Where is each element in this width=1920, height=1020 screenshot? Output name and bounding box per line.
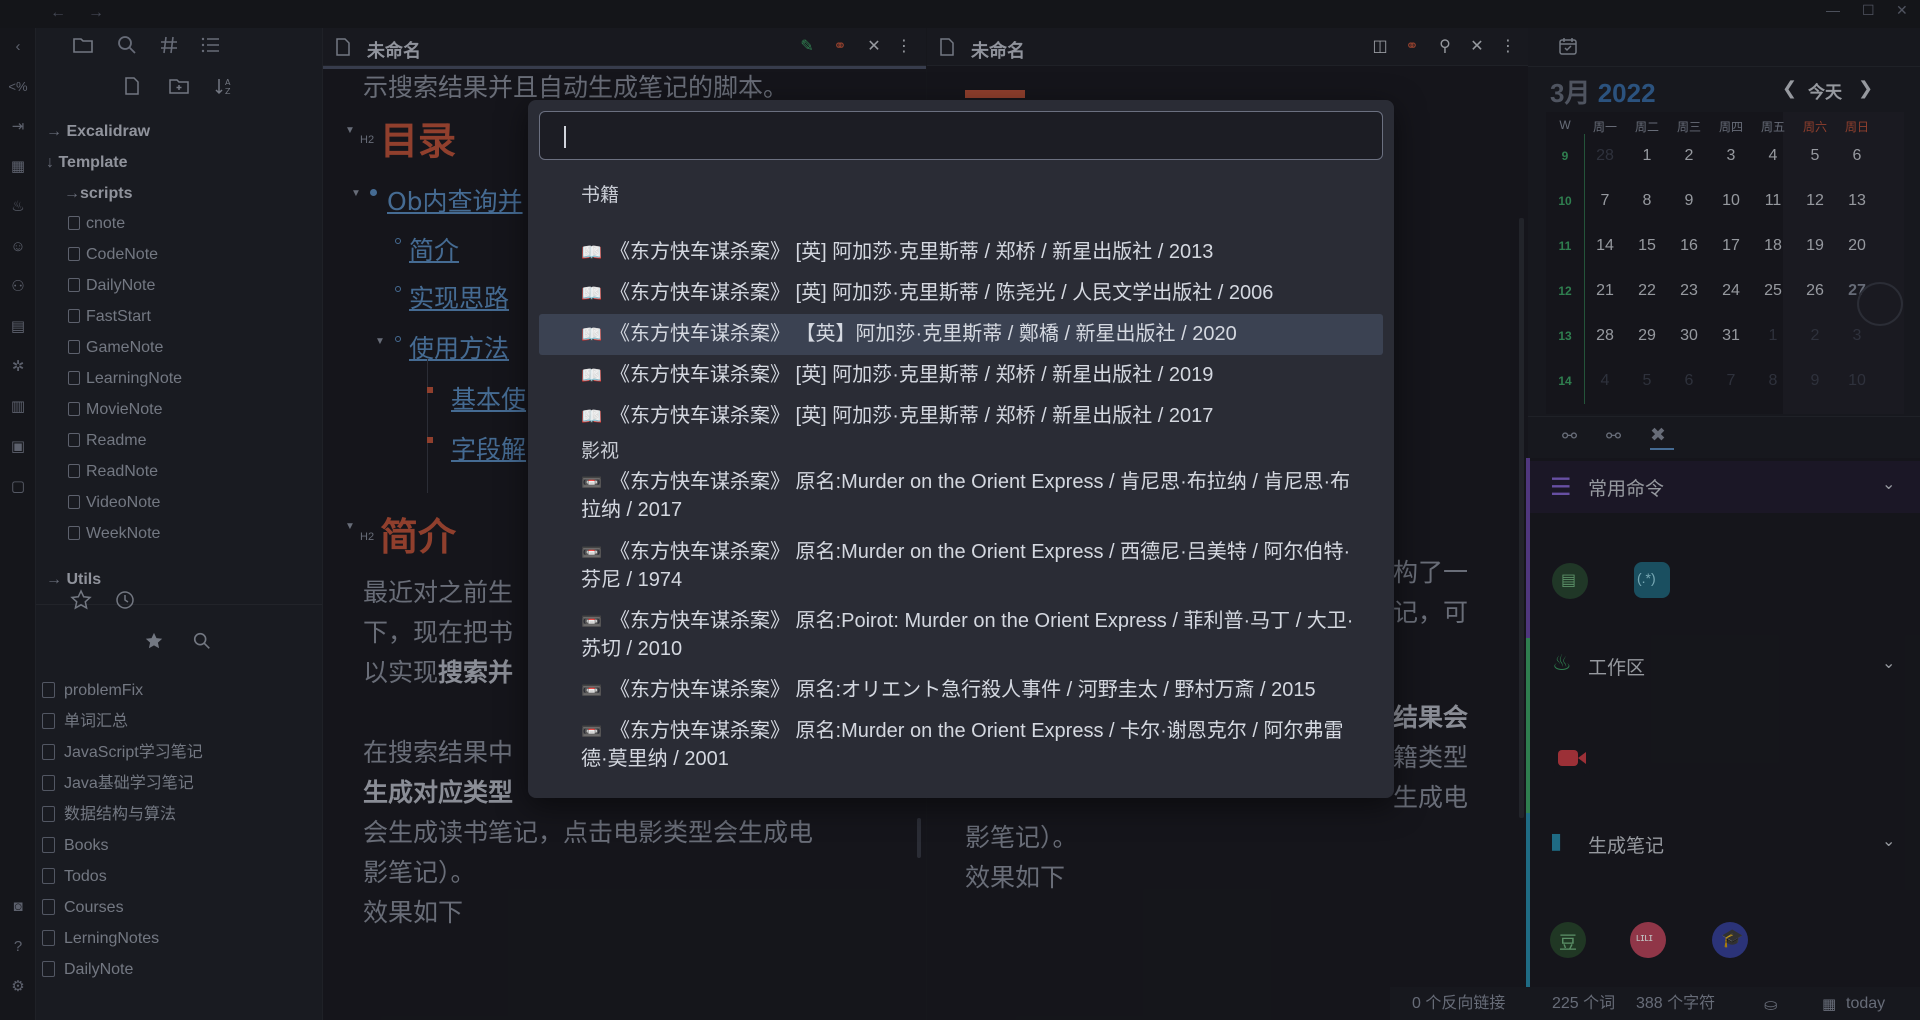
result-text: 《东方快车谋杀案》 原名:Poirot: Murder on the Orien…: [581, 610, 1354, 660]
film-icon: 📼: [581, 543, 603, 562]
book-icon: 📖: [581, 325, 603, 344]
search-result-item[interactable]: 📖 《东方快车谋杀案》 [英] 阿加莎·克里斯蒂 / 陈尧光 / 人民文学出版社 …: [539, 273, 1383, 314]
result-text: 《东方快车谋杀案》 【英】阿加莎·克里斯蒂 / 鄭橋 / 新星出版社 / 202…: [610, 323, 1237, 345]
film-icon: 📼: [581, 681, 603, 700]
book-icon: 📖: [581, 284, 603, 303]
result-text: 《东方快车谋杀案》 原名:Murder on the Orient Expres…: [581, 720, 1344, 770]
search-result-item[interactable]: 📼 《东方快车谋杀案》 原名:Murder on the Orient Expre…: [539, 462, 1383, 532]
result-text: 《东方快车谋杀案》 原名:オリエント急行殺人事件 / 河野圭太 / 野村万斎 /…: [610, 679, 1316, 701]
result-text: 《东方快车谋杀案》 [英] 阿加莎·克里斯蒂 / 陈尧光 / 人民文学出版社 /…: [610, 282, 1274, 304]
book-icon: 📖: [581, 243, 603, 262]
result-text: 《东方快车谋杀案》 [英] 阿加莎·克里斯蒂 / 郑桥 / 新星出版社 / 20…: [610, 364, 1214, 386]
search-result-item[interactable]: 📼 《东方快车谋杀案》 原名:Murder on the Orient Expre…: [539, 532, 1383, 602]
group-label-films: 影视: [581, 441, 620, 462]
search-result-item[interactable]: 📖 《东方快车谋杀案》 【英】阿加莎·克里斯蒂 / 鄭橋 / 新星出版社 / 20…: [539, 314, 1383, 355]
result-text: 《东方快车谋杀案》 原名:Murder on the Orient Expres…: [581, 541, 1351, 591]
result-text: 《东方快车谋杀案》 [英] 阿加莎·克里斯蒂 / 郑桥 / 新星出版社 / 20…: [610, 405, 1214, 427]
search-result-item[interactable]: 📖 《东方快车谋杀案》 [英] 阿加莎·克里斯蒂 / 郑桥 / 新星出版社 / 2…: [539, 232, 1383, 273]
book-icon: 📖: [581, 366, 603, 385]
film-icon: 📼: [581, 722, 603, 741]
film-icon: 📼: [581, 473, 603, 492]
film-icon: 📼: [581, 612, 603, 631]
result-text: 《东方快车谋杀案》 原名:Murder on the Orient Expres…: [581, 471, 1351, 521]
search-result-item[interactable]: 📖 《东方快车谋杀案》 [英] 阿加莎·克里斯蒂 / 郑桥 / 新星出版社 / 2…: [539, 396, 1383, 437]
book-icon: 📖: [581, 407, 603, 426]
search-result-item[interactable]: 📼 《东方快车谋杀案》 原名:Murder on the Orient Expre…: [539, 711, 1383, 781]
search-result-item[interactable]: 📼 《东方快车谋杀案》 原名:オリエント急行殺人事件 / 河野圭太 / 野村万斎 …: [539, 670, 1383, 711]
group-label-books: 书籍: [581, 185, 620, 206]
result-text: 《东方快车谋杀案》 [英] 阿加莎·克里斯蒂 / 郑桥 / 新星出版社 / 20…: [610, 241, 1214, 263]
search-modal: 书籍 影视 📖 《东方快车谋杀案》 [英] 阿加莎·克里斯蒂 / 郑桥 / 新星出版…: [528, 100, 1394, 798]
search-input[interactable]: [539, 111, 1383, 160]
search-result-item[interactable]: 📖 《东方快车谋杀案》 [英] 阿加莎·克里斯蒂 / 郑桥 / 新星出版社 / 2…: [539, 355, 1383, 396]
search-result-item[interactable]: 📼 《东方快车谋杀案》 原名:Poirot: Murder on the Orie…: [539, 601, 1383, 671]
